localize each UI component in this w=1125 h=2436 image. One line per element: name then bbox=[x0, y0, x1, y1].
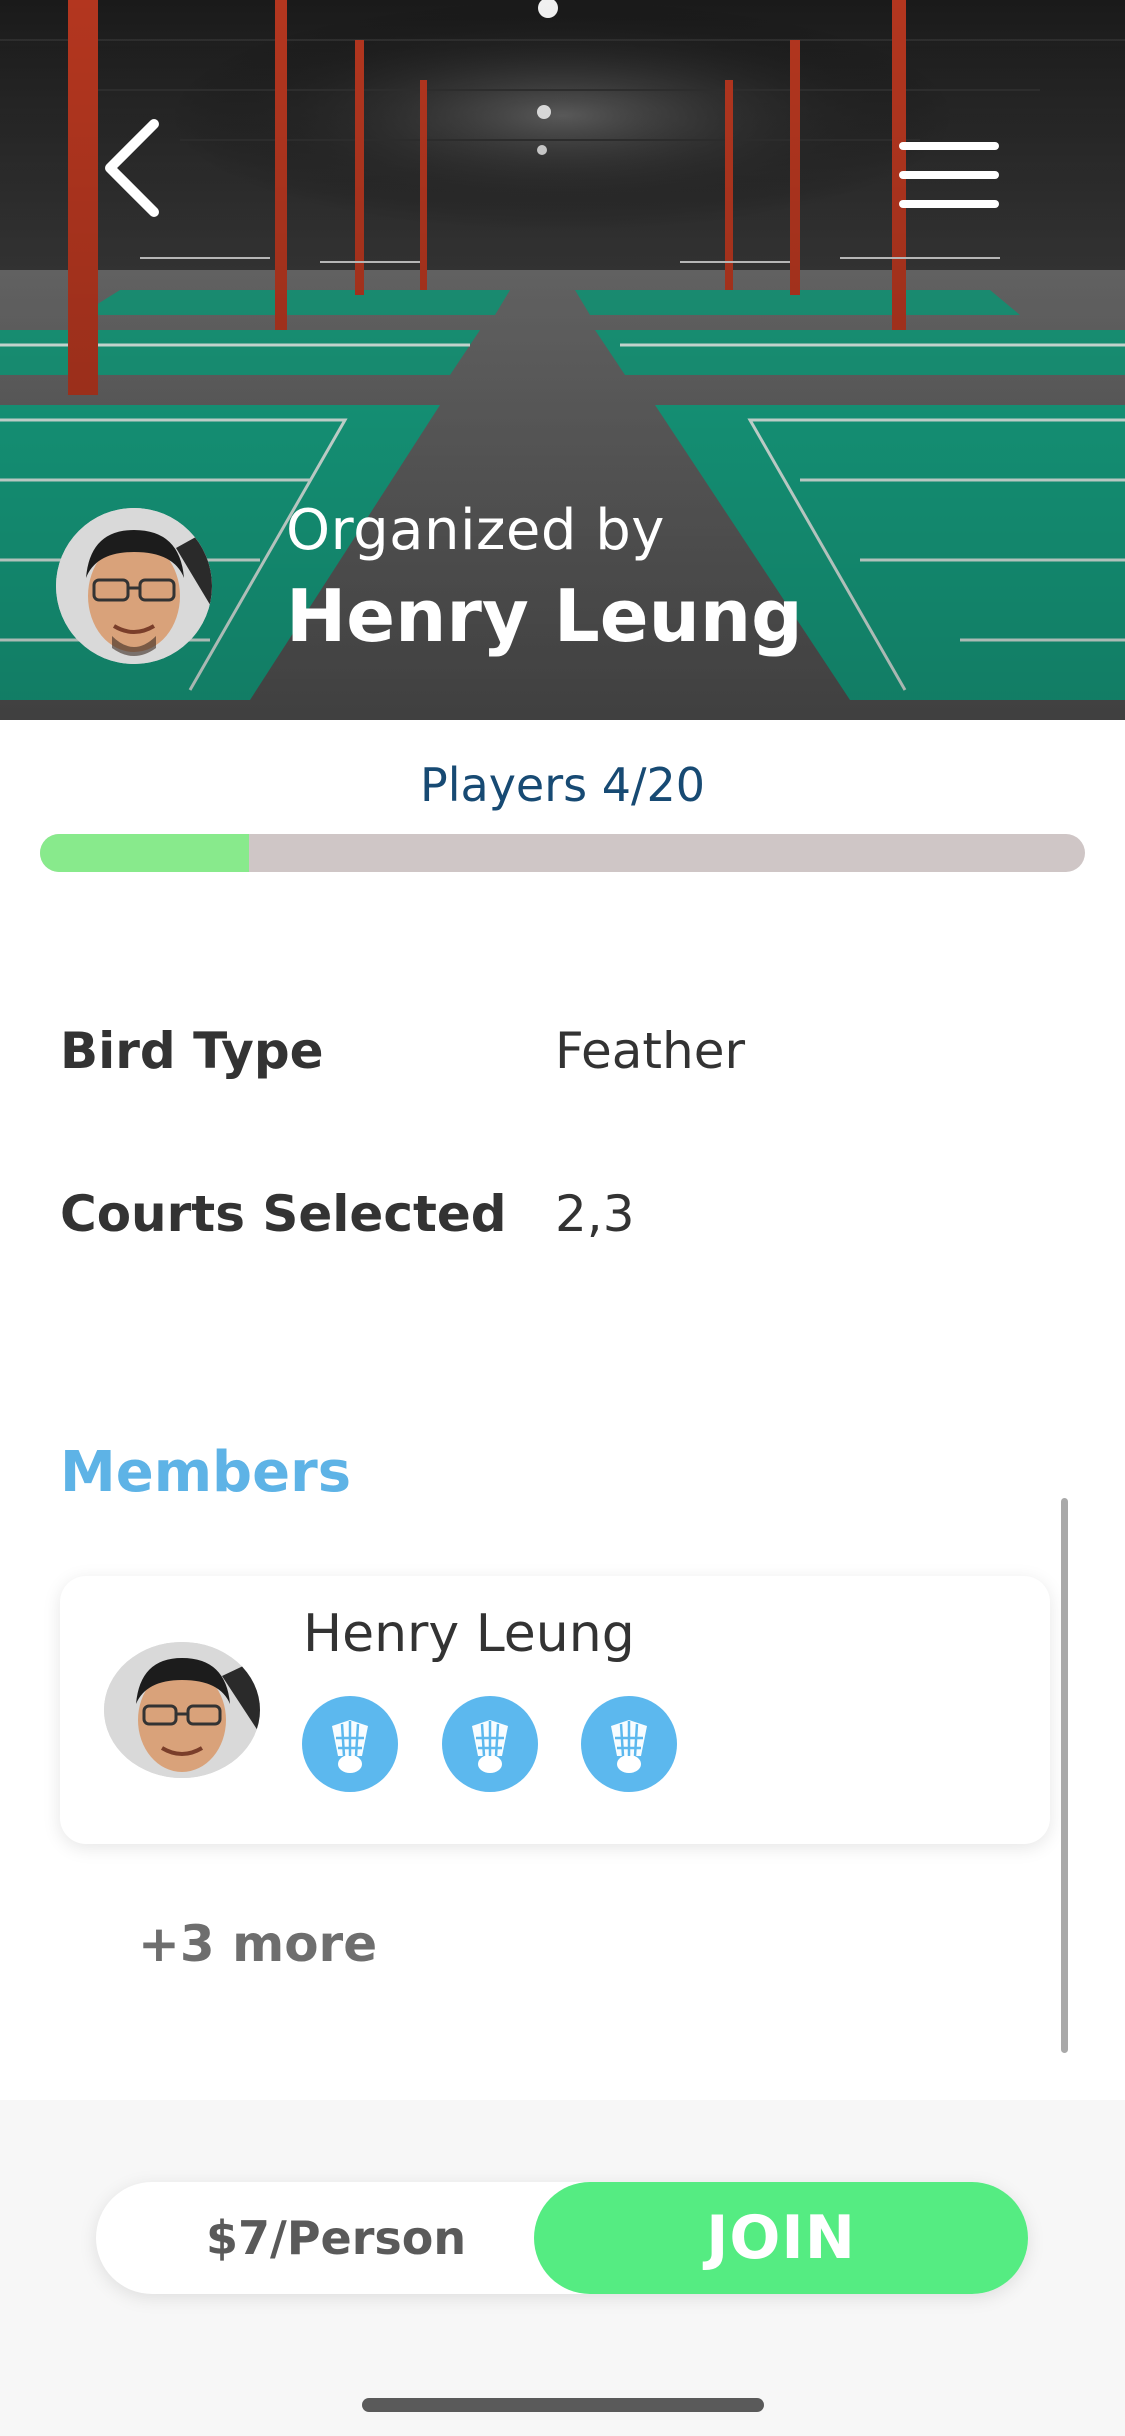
shuttlecock-icon bbox=[581, 1696, 677, 1792]
organizer-avatar[interactable] bbox=[56, 508, 212, 664]
member-name: Henry Leung bbox=[303, 1604, 635, 1664]
bird-type-value: Feather bbox=[555, 1022, 746, 1080]
hero-banner: Organized by Henry Leung bbox=[0, 0, 1125, 720]
courts-selected-value: 2,3 bbox=[555, 1185, 635, 1243]
players-count: Players 4/20 bbox=[419, 758, 706, 812]
scrollbar[interactable] bbox=[1061, 1498, 1068, 2053]
organized-by-label: Organized by bbox=[286, 498, 665, 563]
member-avatar bbox=[104, 1642, 260, 1778]
join-button[interactable]: JOIN bbox=[534, 2182, 1028, 2294]
chevron-left-icon bbox=[105, 119, 159, 217]
players-progress-bar bbox=[40, 834, 1085, 872]
bird-type-label: Bird Type bbox=[60, 1022, 324, 1080]
hamburger-menu-icon bbox=[899, 142, 999, 208]
back-button[interactable] bbox=[88, 110, 178, 220]
courts-selected-label: Courts Selected bbox=[60, 1185, 507, 1243]
price-label: $7/Person bbox=[206, 2211, 467, 2265]
shuttlecock-icon bbox=[302, 1696, 398, 1792]
shuttlecock-icon bbox=[442, 1696, 538, 1792]
join-panel: $7/Person JOIN bbox=[96, 2182, 1028, 2294]
members-heading: Members bbox=[60, 1440, 352, 1505]
menu-button[interactable] bbox=[895, 140, 1005, 210]
players-progress-fill bbox=[40, 834, 249, 872]
organizer-name[interactable]: Henry Leung bbox=[286, 574, 803, 658]
more-members-link[interactable]: +3 more bbox=[138, 1915, 377, 1973]
home-indicator[interactable] bbox=[362, 2398, 764, 2412]
member-card[interactable]: Henry Leung bbox=[60, 1576, 1050, 1844]
